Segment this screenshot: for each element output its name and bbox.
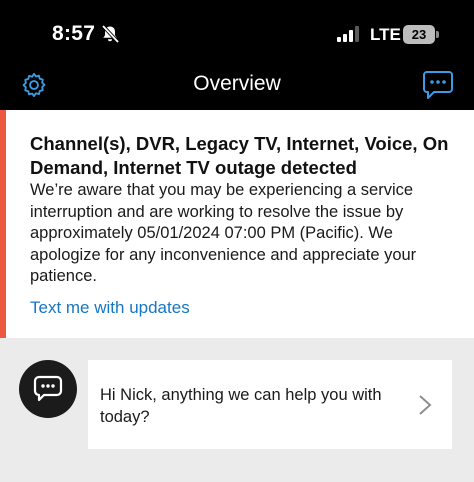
chat-bubble-icon[interactable] [422, 70, 454, 100]
alert-accent-bar [0, 110, 6, 338]
bell-slash-icon [101, 24, 120, 44]
assistant-greeting: Hi Nick, anything we can help you with t… [100, 386, 382, 426]
chat-bot-avatar[interactable] [19, 360, 77, 418]
outage-message: We’re aware that you may be experiencing… [30, 181, 417, 286]
outage-title: Channel(s), DVR, Legacy TV, Internet, Vo… [30, 133, 449, 178]
nav-bar: Overview [0, 66, 474, 110]
chevron-right-icon [419, 395, 432, 415]
page-title: Overview [193, 72, 281, 95]
battery-terminal [436, 31, 439, 38]
text-me-updates-link[interactable]: Text me with updates [30, 297, 190, 319]
status-bar: 8:57 LTE 23 [0, 0, 474, 66]
cellular-signal-icon [337, 26, 359, 42]
network-type-label: LTE [370, 25, 401, 44]
battery-icon: 23 [403, 25, 435, 44]
assistant-prompt-card[interactable]: Hi Nick, anything we can help you with t… [88, 360, 452, 449]
chat-bot-icon [33, 375, 63, 402]
status-time: 8:57 [52, 22, 96, 45]
outage-alert: Channel(s), DVR, Legacy TV, Internet, Vo… [0, 110, 474, 338]
battery-level: 23 [411, 27, 427, 42]
